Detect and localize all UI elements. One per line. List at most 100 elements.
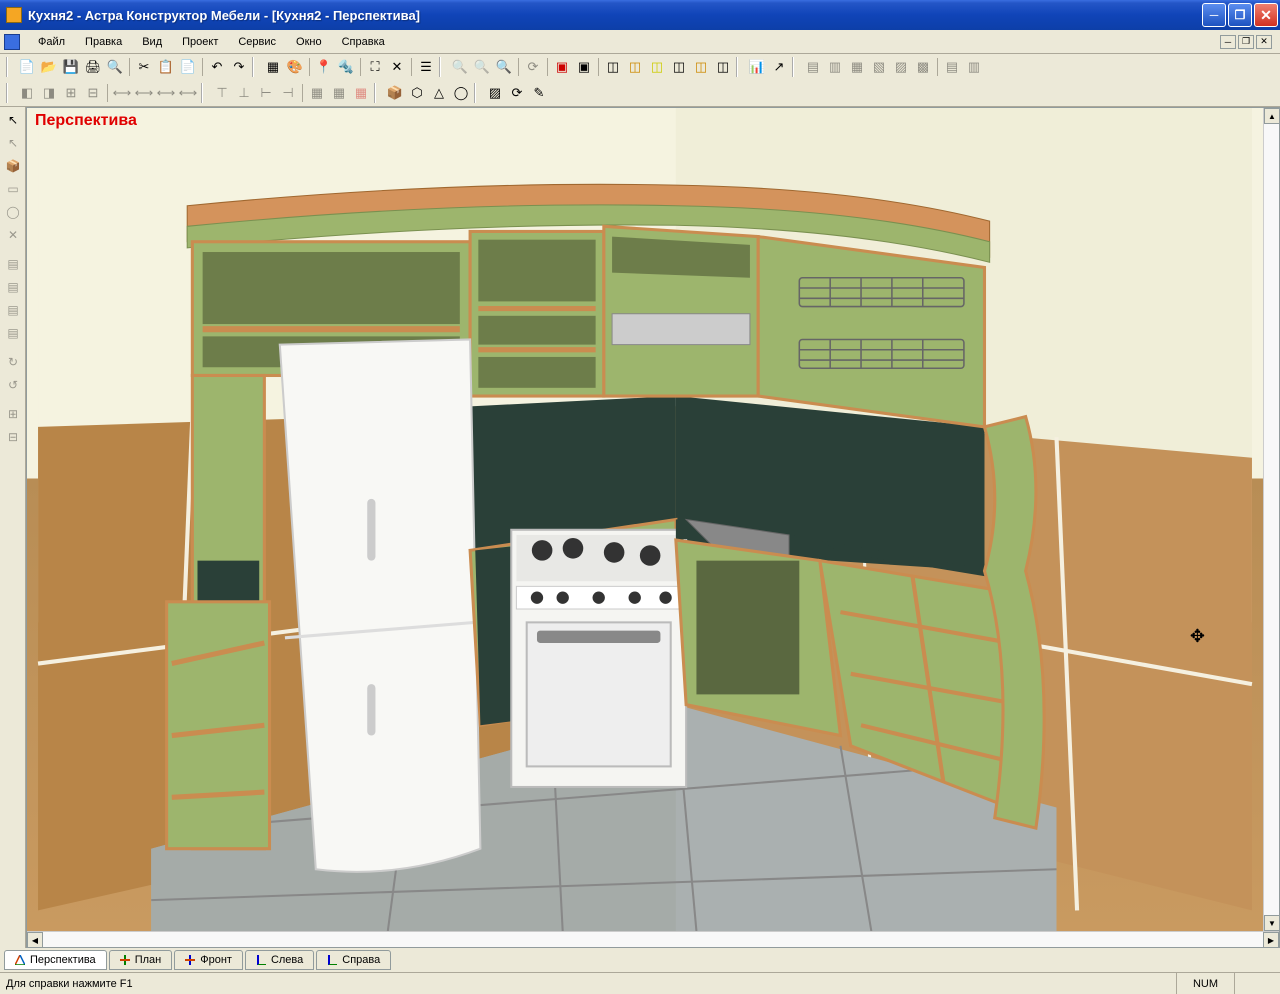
align5-button[interactable]: ▨ bbox=[890, 56, 912, 78]
align4-button[interactable]: ▧ bbox=[868, 56, 890, 78]
redo-button[interactable]: ↷ bbox=[228, 56, 250, 78]
list-button[interactable]: ☰ bbox=[415, 56, 437, 78]
rotate-button[interactable]: ⟳ bbox=[522, 56, 544, 78]
tool11[interactable]: ↻ bbox=[2, 351, 24, 373]
op6-button[interactable]: ⟷ bbox=[133, 82, 155, 104]
tool6[interactable]: ✕ bbox=[2, 224, 24, 246]
menu-view[interactable]: Вид bbox=[132, 33, 172, 51]
panel-button[interactable]: ▦ bbox=[262, 56, 284, 78]
align2-button[interactable]: ▥ bbox=[824, 56, 846, 78]
op7-button[interactable]: ⟷ bbox=[155, 82, 177, 104]
menu-help[interactable]: Справка bbox=[332, 33, 395, 51]
op3-button[interactable]: ⊞ bbox=[60, 82, 82, 104]
toolbar-grip[interactable] bbox=[6, 57, 12, 77]
toolbar-grip[interactable] bbox=[474, 83, 480, 103]
menu-service[interactable]: Сервис bbox=[228, 33, 286, 51]
mdi-icon[interactable] bbox=[4, 34, 20, 50]
toolbar-grip[interactable] bbox=[201, 83, 207, 103]
fastener-button[interactable]: 🔩 bbox=[335, 56, 357, 78]
tool10[interactable]: ▤ bbox=[2, 322, 24, 344]
close-button[interactable]: ✕ bbox=[1254, 3, 1278, 27]
tool4[interactable]: ▭ bbox=[2, 178, 24, 200]
save-button[interactable]: 💾 bbox=[60, 56, 82, 78]
dist1-button[interactable]: ▤ bbox=[941, 56, 963, 78]
open-button[interactable]: 📂 bbox=[38, 56, 60, 78]
box1-button[interactable]: ◫ bbox=[602, 56, 624, 78]
shape-sphere-button[interactable]: ◯ bbox=[450, 82, 472, 104]
view2-button[interactable]: ▣ bbox=[573, 56, 595, 78]
tool7[interactable]: ▤ bbox=[2, 253, 24, 275]
scroll-track[interactable] bbox=[43, 932, 1263, 947]
tool5[interactable]: ◯ bbox=[2, 201, 24, 223]
minimize-button[interactable]: ─ bbox=[1202, 3, 1226, 27]
new-button[interactable]: 📄 bbox=[16, 56, 38, 78]
op8-button[interactable]: ⟷ bbox=[177, 82, 199, 104]
toolbar-grip[interactable] bbox=[439, 57, 445, 77]
menu-edit[interactable]: Правка bbox=[75, 33, 132, 51]
texture-button[interactable]: ▨ bbox=[484, 82, 506, 104]
scroll-down-button[interactable]: ▼ bbox=[1264, 915, 1279, 931]
preview-button[interactable]: 🔍 bbox=[104, 56, 126, 78]
shape-cone-button[interactable]: △ bbox=[428, 82, 450, 104]
pin-button[interactable]: 📍 bbox=[313, 56, 335, 78]
shape-cylinder-button[interactable]: ⬡ bbox=[406, 82, 428, 104]
box2-button[interactable]: ◫ bbox=[624, 56, 646, 78]
tool14[interactable]: ⊟ bbox=[2, 426, 24, 448]
vertical-scrollbar[interactable]: ▲ ▼ bbox=[1263, 108, 1279, 931]
box6-button[interactable]: ◫ bbox=[712, 56, 734, 78]
mdi-restore-button[interactable]: ❐ bbox=[1238, 35, 1254, 49]
scroll-track[interactable] bbox=[1264, 124, 1279, 915]
zoom-fit-button[interactable]: 🔍 bbox=[493, 56, 515, 78]
anchor7-button[interactable]: ▦ bbox=[350, 82, 372, 104]
op5-button[interactable]: ⟷ bbox=[111, 82, 133, 104]
refresh-button[interactable]: ⟳ bbox=[506, 82, 528, 104]
zoom-in-button[interactable]: 🔍 bbox=[449, 56, 471, 78]
anchor5-button[interactable]: ▦ bbox=[306, 82, 328, 104]
paste-button[interactable]: 📄 bbox=[177, 56, 199, 78]
cross-button[interactable]: ✕ bbox=[386, 56, 408, 78]
mdi-minimize-button[interactable]: ─ bbox=[1220, 35, 1236, 49]
op1-button[interactable]: ◧ bbox=[16, 82, 38, 104]
toolbar-grip[interactable] bbox=[6, 83, 12, 103]
cut-button[interactable]: ✂ bbox=[133, 56, 155, 78]
tool12[interactable]: ↺ bbox=[2, 374, 24, 396]
anchor4-button[interactable]: ⊣ bbox=[277, 82, 299, 104]
anchor6-button[interactable]: ▦ bbox=[328, 82, 350, 104]
toolbar-grip[interactable] bbox=[374, 83, 380, 103]
tool2[interactable]: ↖ bbox=[2, 132, 24, 154]
box3-button[interactable]: ◫ bbox=[646, 56, 668, 78]
op4-button[interactable]: ⊟ bbox=[82, 82, 104, 104]
shape-box-button[interactable]: 📦 bbox=[384, 82, 406, 104]
annotate-button[interactable]: ✎ bbox=[528, 82, 550, 104]
anchor3-button[interactable]: ⊢ bbox=[255, 82, 277, 104]
select-tool[interactable]: ↖ bbox=[2, 109, 24, 131]
menu-project[interactable]: Проект bbox=[172, 33, 228, 51]
chart-button[interactable]: 📊 bbox=[746, 56, 768, 78]
path-button[interactable]: ↗ bbox=[768, 56, 790, 78]
align1-button[interactable]: ▤ bbox=[802, 56, 824, 78]
toolbar-grip[interactable] bbox=[252, 57, 258, 77]
scroll-left-button[interactable]: ◀ bbox=[27, 932, 43, 948]
box5-button[interactable]: ◫ bbox=[690, 56, 712, 78]
tool13[interactable]: ⊞ bbox=[2, 403, 24, 425]
tool9[interactable]: ▤ bbox=[2, 299, 24, 321]
toolbar-grip[interactable] bbox=[736, 57, 742, 77]
dist2-button[interactable]: ▥ bbox=[963, 56, 985, 78]
menu-window[interactable]: Окно bbox=[286, 33, 332, 51]
box4-button[interactable]: ◫ bbox=[668, 56, 690, 78]
align3-button[interactable]: ▦ bbox=[846, 56, 868, 78]
color-button[interactable]: 🎨 bbox=[284, 56, 306, 78]
scroll-up-button[interactable]: ▲ bbox=[1264, 108, 1279, 124]
maximize-button[interactable]: ❐ bbox=[1228, 3, 1252, 27]
tab-plan[interactable]: План bbox=[109, 950, 173, 970]
anchor1-button[interactable]: ⊤ bbox=[211, 82, 233, 104]
tab-right[interactable]: Справа bbox=[316, 950, 391, 970]
align6-button[interactable]: ▩ bbox=[912, 56, 934, 78]
scroll-right-button[interactable]: ▶ bbox=[1263, 932, 1279, 948]
menu-file[interactable]: Файл bbox=[28, 33, 75, 51]
zoom-out-button[interactable]: 🔍 bbox=[471, 56, 493, 78]
tab-front[interactable]: Фронт bbox=[174, 950, 243, 970]
view1-button[interactable]: ▣ bbox=[551, 56, 573, 78]
tool8[interactable]: ▤ bbox=[2, 276, 24, 298]
group-button[interactable]: ⛶ bbox=[364, 56, 386, 78]
